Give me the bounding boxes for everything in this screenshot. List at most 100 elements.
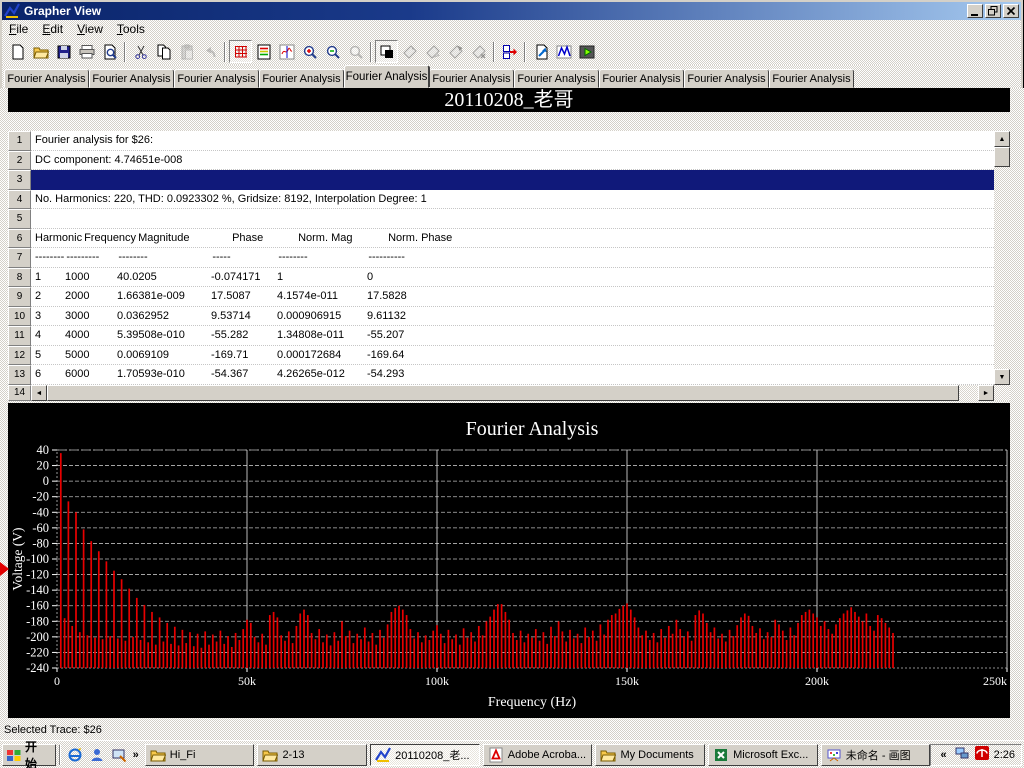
cell: 6	[35, 368, 63, 380]
taskbar-button-folder[interactable]: My Documents	[595, 744, 705, 766]
table-row[interactable]: 6HarmonicFrequencyMagnitudePhaseNorm. Ma…	[8, 229, 994, 249]
zoom-in-icon[interactable]	[298, 40, 321, 63]
grapher-view-window: Grapher View FileEditViewTools Fourier A…	[0, 0, 1024, 768]
tab-fourier-analysis-2[interactable]: Fourier Analysis	[89, 69, 174, 88]
taskbar-button-paint[interactable]: 未命名 - 画图	[821, 744, 931, 766]
svg-text:100k: 100k	[425, 674, 449, 688]
svg-text:-220: -220	[26, 645, 49, 659]
antivirus-icon[interactable]	[974, 745, 990, 764]
tab-fourier-analysis-10[interactable]: Fourier Analysis	[769, 69, 854, 88]
tab-fourier-analysis-1[interactable]: Fourier Analysis	[4, 69, 89, 88]
row-cells: 550000.0069109-169.710.000172684-169.64	[31, 346, 994, 366]
tab-fourier-analysis-7[interactable]: Fourier Analysis	[514, 69, 599, 88]
hscroll-thumb[interactable]	[47, 385, 959, 401]
print-icon[interactable]	[75, 40, 98, 63]
chart-view-icon[interactable]	[552, 40, 575, 63]
tag-move-icon[interactable]	[444, 40, 467, 63]
menu-tools[interactable]: Tools	[110, 20, 152, 38]
tab-fourier-analysis-8[interactable]: Fourier Analysis	[599, 69, 684, 88]
save-icon[interactable]	[52, 40, 75, 63]
cell: 17.5828	[367, 290, 447, 302]
content-area: 20110208_老哥 1Fourier analysis for $26:2D…	[0, 88, 1024, 720]
taskbar-button-folder[interactable]: 2-13	[257, 744, 367, 766]
table-row[interactable]: 12550000.0069109-169.710.000172684-169.6…	[8, 346, 994, 366]
table-row[interactable]: 9220001.66381e-00917.50874.1574e-01117.5…	[8, 287, 994, 307]
open-icon[interactable]	[29, 40, 52, 63]
table-row[interactable]: 3	[8, 170, 994, 190]
table-row[interactable]: 2DC component: 4.74651e-008	[8, 151, 994, 171]
cut-icon[interactable]	[129, 40, 152, 63]
taskbar-button-folder[interactable]: Hi_Fi	[145, 744, 255, 766]
svg-text:-20: -20	[32, 490, 49, 504]
cell: 2	[35, 290, 63, 302]
scroll-right-icon[interactable]: ►	[978, 385, 994, 401]
cell: 2000	[65, 290, 115, 302]
export-page-icon[interactable]	[529, 40, 552, 63]
vscroll-thumb[interactable]	[994, 147, 1010, 167]
tab-row: Fourier AnalysisFourier AnalysisFourier …	[2, 65, 1021, 88]
cell: 4.26265e-012	[277, 368, 365, 380]
tag-delete-icon[interactable]	[467, 40, 490, 63]
messenger-icon[interactable]	[86, 744, 108, 766]
ie-icon[interactable]	[64, 744, 86, 766]
table-row[interactable]: 81100040.0205-0.07417110	[8, 268, 994, 288]
print-preview-icon[interactable]	[98, 40, 121, 63]
table-row[interactable]: 10330000.03629529.537140.0009069159.6113…	[8, 307, 994, 327]
cursors-icon[interactable]	[275, 40, 298, 63]
tag-add-icon[interactable]	[398, 40, 421, 63]
row-cells	[31, 209, 994, 229]
table-row[interactable]: 1Fourier analysis for $26:	[8, 131, 994, 151]
menu-file[interactable]: File	[2, 20, 35, 38]
toolbar-separator	[224, 42, 226, 62]
overlay-icon[interactable]	[375, 40, 398, 63]
start-button[interactable]: 开始	[2, 744, 56, 766]
zoom-out-icon[interactable]	[321, 40, 344, 63]
run-icon[interactable]	[575, 40, 598, 63]
table-row[interactable]: 5	[8, 209, 994, 229]
table-row[interactable]: 13660001.70593e-010-54.3674.26265e-012-5…	[8, 365, 994, 385]
tag-edit-icon[interactable]	[421, 40, 444, 63]
scroll-left-icon[interactable]: ◄	[31, 385, 47, 401]
scroll-down-icon[interactable]: ▼	[994, 369, 1010, 385]
export-excel-icon[interactable]	[498, 40, 521, 63]
row-cells: 1100040.0205-0.07417110	[31, 268, 994, 288]
close-icon[interactable]	[1003, 4, 1019, 18]
table-row[interactable]: 4No. Harmonics: 220, THD: 0.0923302 %, G…	[8, 190, 994, 210]
tab-fourier-analysis-9[interactable]: Fourier Analysis	[684, 69, 769, 88]
menu-view[interactable]: View	[70, 20, 110, 38]
task-label: Adobe Acroba...	[508, 749, 586, 761]
row-cells: HarmonicFrequencyMagnitudePhaseNorm. Mag…	[31, 229, 994, 249]
tab-fourier-analysis-5[interactable]: Fourier Analysis	[344, 65, 429, 88]
table-vertical-scrollbar[interactable]: ▲ ▼	[994, 131, 1010, 385]
undo-icon[interactable]	[198, 40, 221, 63]
show-desktop-icon[interactable]	[108, 744, 130, 766]
minimize-button[interactable]	[967, 4, 983, 18]
tab-fourier-analysis-4[interactable]: Fourier Analysis	[259, 69, 344, 88]
table-horizontal-scrollbar[interactable]: ◄ ►	[31, 385, 994, 401]
copy-icon[interactable]	[152, 40, 175, 63]
toolbar	[2, 38, 1021, 65]
menu-edit[interactable]: Edit	[35, 20, 70, 38]
paste-icon[interactable]	[175, 40, 198, 63]
task-label: Microsoft Exc...	[733, 749, 808, 761]
restore-button[interactable]	[985, 4, 1001, 18]
taskbar-button-multisim[interactable]: 20110208_老...	[370, 744, 480, 766]
grid-icon[interactable]	[229, 40, 252, 63]
tab-fourier-analysis-6[interactable]: Fourier Analysis	[429, 69, 514, 88]
quicklaunch-overflow-chevron[interactable]: »	[130, 749, 142, 761]
svg-text:-180: -180	[26, 614, 49, 628]
taskbar-button-pdf[interactable]: Adobe Acroba...	[483, 744, 593, 766]
taskbar-button-excel[interactable]: Microsoft Exc...	[708, 744, 818, 766]
table-row[interactable]: 7---------------------------------------…	[8, 248, 994, 268]
zoom-100-icon[interactable]	[344, 40, 367, 63]
windows-logo-icon	[6, 747, 22, 763]
new-icon[interactable]	[6, 40, 29, 63]
cell: -169.71	[211, 349, 275, 361]
table-row[interactable]: 11440005.39508e-010-55.2821.34808e-011-5…	[8, 326, 994, 346]
tab-fourier-analysis-3[interactable]: Fourier Analysis	[174, 69, 259, 88]
tray-chevron[interactable]: «	[937, 749, 949, 761]
legend-icon[interactable]	[252, 40, 275, 63]
network-icon[interactable]	[954, 745, 970, 764]
scroll-up-icon[interactable]: ▲	[994, 131, 1010, 147]
taskbar-separator	[59, 745, 61, 765]
